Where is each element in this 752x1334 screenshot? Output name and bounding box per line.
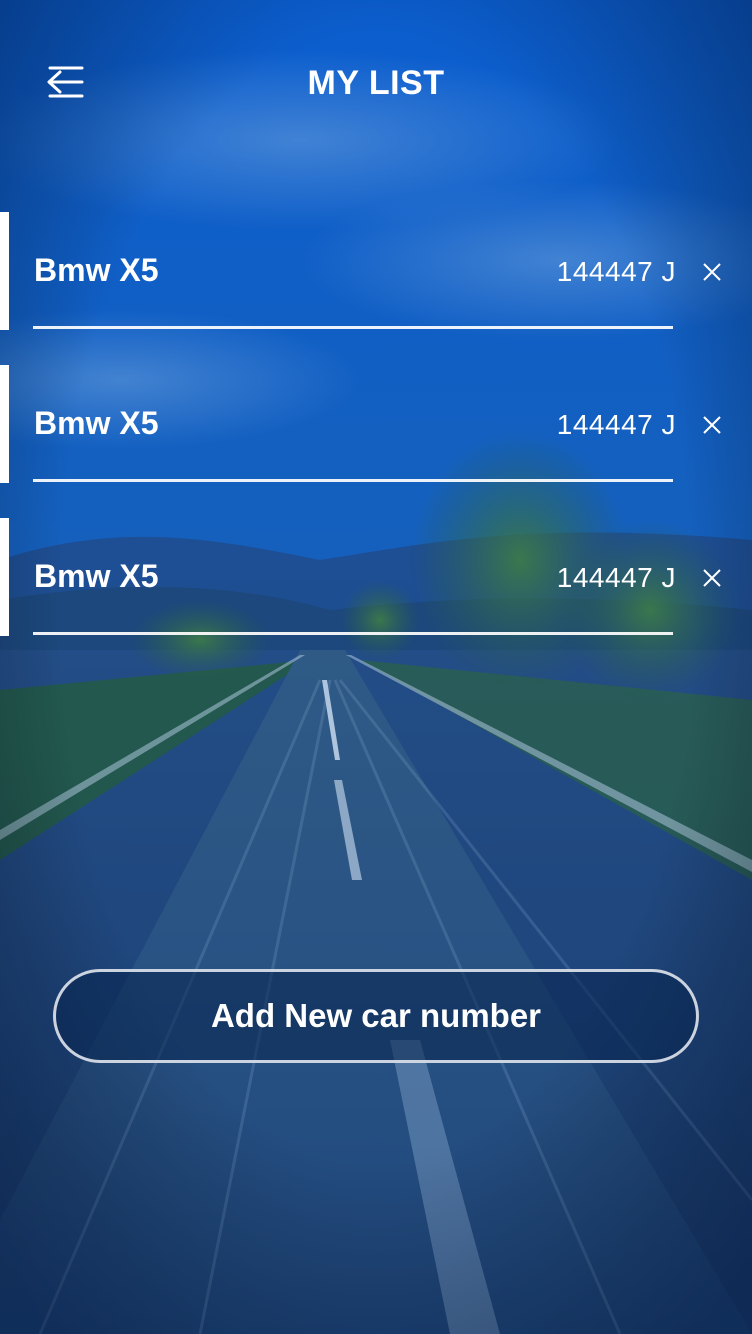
- car-list-item[interactable]: Bmw X5 144447 J: [0, 212, 752, 330]
- car-name: Bmw X5: [34, 252, 159, 288]
- selection-indicator: [0, 212, 9, 330]
- row-divider: [33, 632, 673, 635]
- car-number: 144447 J: [556, 562, 676, 593]
- row-divider: [33, 479, 673, 482]
- car-name: Bmw X5: [34, 405, 159, 441]
- car-list-item[interactable]: Bmw X5 144447 J: [0, 518, 752, 636]
- car-name: Bmw X5: [34, 558, 159, 594]
- delete-car-button[interactable]: [692, 558, 732, 598]
- row-divider: [33, 326, 673, 329]
- close-icon: [703, 416, 721, 434]
- car-list-item[interactable]: Bmw X5 144447 J: [0, 365, 752, 483]
- close-icon: [703, 263, 721, 281]
- close-icon: [703, 569, 721, 587]
- car-list: Bmw X5 144447 J Bmw X5 144447 J Bmw X5 1…: [0, 212, 752, 671]
- car-number: 144447 J: [556, 256, 676, 287]
- delete-car-button[interactable]: [692, 405, 732, 445]
- page-title: MY LIST: [307, 64, 445, 102]
- selection-indicator: [0, 365, 9, 483]
- app-header: MY LIST: [0, 0, 752, 170]
- delete-car-button[interactable]: [692, 252, 732, 292]
- add-car-number-button[interactable]: Add New car number: [53, 969, 699, 1063]
- selection-indicator: [0, 518, 9, 636]
- car-number: 144447 J: [556, 409, 676, 440]
